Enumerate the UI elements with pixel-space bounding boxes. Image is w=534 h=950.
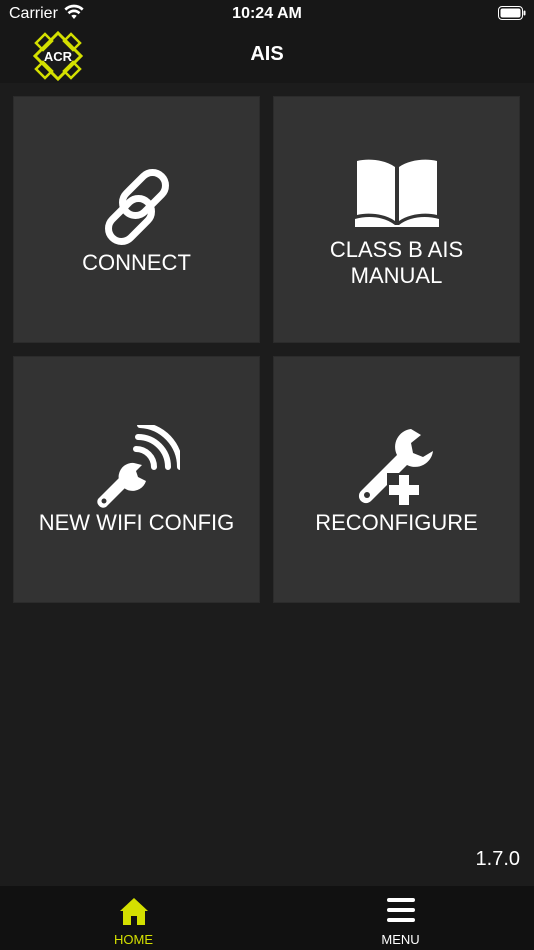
clock: 10:24 AM	[232, 5, 302, 22]
tab-home-label: HOME	[114, 932, 153, 947]
new-wifi-config-label: NEW WIFI CONFIG	[38, 510, 235, 535]
link-icon	[95, 165, 179, 254]
manual-tile[interactable]: CLASS B AIS MANUAL	[273, 96, 520, 343]
hamburger-icon	[386, 896, 416, 929]
tab-menu-label: MENU	[381, 932, 420, 947]
nav-bar: ACR AIS	[0, 28, 534, 83]
app-version: 1.7.0	[475, 848, 520, 870]
book-icon	[354, 157, 439, 234]
new-wifi-config-tile[interactable]: NEW WIFI CONFIG	[13, 356, 260, 603]
connect-tile[interactable]: CONNECT	[13, 96, 260, 343]
reconfigure-label: RECONFIGURE	[315, 510, 478, 535]
wifi-wrench-icon	[94, 422, 183, 514]
connect-label: CONNECT	[82, 250, 191, 275]
tab-home[interactable]: HOME	[0, 886, 267, 950]
reconfigure-tile[interactable]: RECONFIGURE	[273, 356, 520, 603]
manual-label: CLASS B AIS MANUAL	[329, 237, 464, 288]
tab-bar: HOME MENU	[0, 886, 534, 950]
wrench-plus-icon	[357, 427, 437, 512]
home-icon	[119, 896, 149, 931]
tab-menu[interactable]: MENU	[267, 886, 534, 950]
page-title: AIS	[250, 43, 284, 65]
battery-icon	[498, 6, 526, 20]
status-bar: Carrier 10:24 AM	[0, 0, 534, 28]
